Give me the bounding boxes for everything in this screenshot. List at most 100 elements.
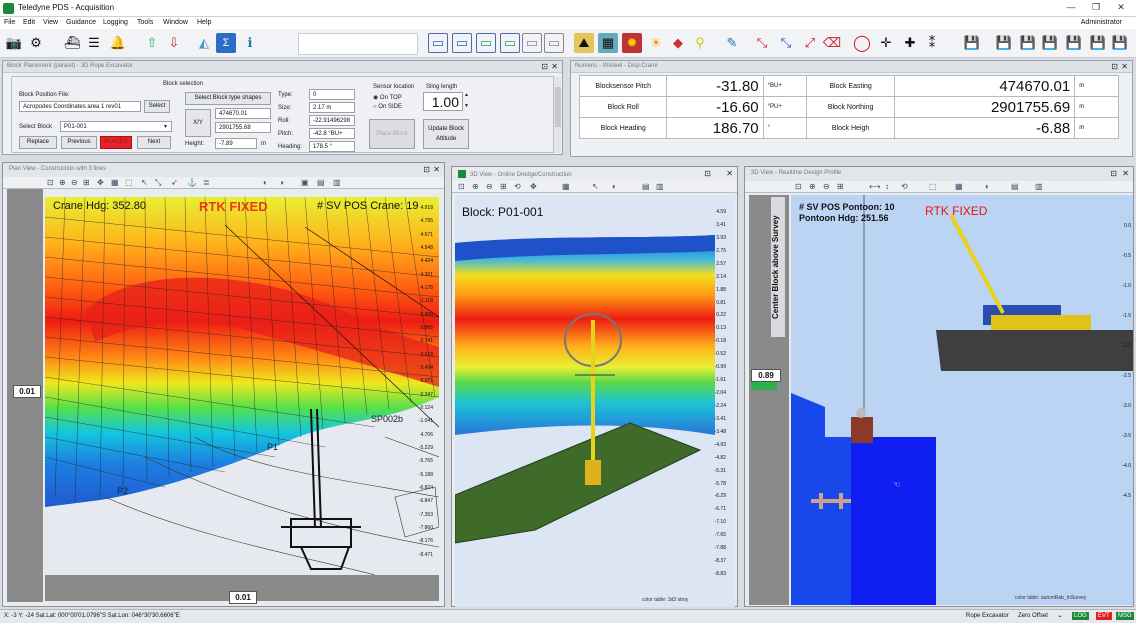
person-icon[interactable]: ⚲: [690, 33, 710, 53]
export-icon[interactable]: ▤: [317, 178, 325, 187]
pin-icon[interactable]: ⊡: [541, 62, 548, 71]
select-block-dropdown[interactable]: P01-001: [60, 121, 172, 132]
xy-button[interactable]: X/Y: [185, 109, 211, 137]
landscape-icon[interactable]: ⛰: [574, 33, 594, 53]
reset-icon[interactable]: ⟲: [901, 182, 908, 191]
heading-field[interactable]: 178.5 °: [309, 141, 355, 152]
rotate-icon[interactable]: ⟲: [514, 182, 521, 191]
type-field[interactable]: 0: [309, 89, 355, 100]
select-file-button[interactable]: Select: [144, 100, 170, 113]
pin-icon[interactable]: ⊡: [423, 165, 430, 174]
vessel-up-icon[interactable]: ⇧: [142, 33, 162, 53]
close-icon[interactable]: ✕: [726, 169, 733, 178]
color-icon[interactable]: ◑: [279, 178, 284, 187]
window-icon[interactable]: ▭: [428, 33, 448, 53]
line-red-icon[interactable]: ⤡: [752, 33, 772, 53]
menu-file[interactable]: File: [4, 19, 15, 26]
view-icon[interactable]: ▣: [301, 178, 309, 187]
sum-icon[interactable]: Σ: [216, 33, 236, 53]
pitch-field[interactable]: -42.8 °BU+: [309, 128, 355, 139]
vessel-down-icon[interactable]: ⇩: [164, 33, 184, 53]
scrollbar-thumb[interactable]: [555, 87, 561, 127]
radio-on-side[interactable]: ○ On SIDE: [373, 104, 402, 110]
save-disk-icon[interactable]: 💾: [1064, 33, 1084, 53]
chevron-down-icon[interactable]: ▾: [164, 123, 167, 130]
menu-tools[interactable]: Tools: [137, 19, 153, 26]
sliders-icon[interactable]: ☰: [84, 33, 104, 53]
anchor-icon[interactable]: ⚓: [187, 178, 197, 187]
pan-icon[interactable]: ✥: [530, 182, 537, 191]
close-icon[interactable]: ✕: [551, 62, 558, 71]
close-icon[interactable]: ✕: [1110, 2, 1132, 13]
pin-icon[interactable]: ⊡: [1110, 169, 1117, 178]
layers-icon[interactable]: ≣: [203, 178, 210, 187]
settings-reel-icon[interactable]: ⚙: [26, 33, 46, 53]
stretch-v-icon[interactable]: ↕: [885, 182, 889, 191]
update-attitude-button[interactable]: Update Block Attitude: [423, 119, 469, 149]
save-red-icon[interactable]: 💾: [1110, 33, 1130, 53]
menu-view[interactable]: View: [43, 19, 58, 26]
shapes-icon[interactable]: ◆: [668, 33, 688, 53]
size-field[interactable]: 2.17 m: [309, 102, 355, 113]
measure-icon[interactable]: ⤡: [155, 178, 161, 188]
line-blue-icon[interactable]: ⤡: [776, 33, 796, 53]
save-green-icon[interactable]: 💾: [994, 33, 1014, 53]
zoom-in-icon[interactable]: ⊕: [59, 178, 66, 187]
select-icon[interactable]: ⬚: [929, 182, 937, 191]
menu-help[interactable]: Help: [197, 19, 211, 26]
window-add-icon[interactable]: ▭: [452, 33, 472, 53]
grid-icon[interactable]: ▦: [111, 178, 119, 187]
line-red2-icon[interactable]: ⤢: [800, 33, 820, 53]
menu-window[interactable]: Window: [163, 19, 188, 26]
print-icon[interactable]: ▥: [333, 178, 341, 187]
window-gray2-icon[interactable]: ▭: [544, 33, 564, 53]
camera-icon[interactable]: 📷: [4, 33, 24, 53]
close-icon[interactable]: ✕: [1122, 169, 1129, 178]
zoom-out-icon[interactable]: ⊖: [71, 178, 78, 187]
pan-icon[interactable]: ✥: [97, 178, 104, 187]
ring-icon[interactable]: ◯: [852, 33, 872, 53]
y-field[interactable]: 2901755.68: [215, 122, 271, 133]
user-menu[interactable]: Administrator: [1081, 19, 1122, 26]
stretch-icon[interactable]: ⟷: [869, 182, 880, 191]
bell-icon[interactable]: 🔔: [108, 33, 128, 53]
pin-icon[interactable]: ⊡: [704, 169, 711, 178]
height-field[interactable]: -7.89: [215, 138, 257, 149]
print-icon[interactable]: ▥: [1035, 182, 1043, 191]
zoom-out-icon[interactable]: ⊖: [823, 182, 830, 191]
save-check-icon[interactable]: 💾: [1088, 33, 1108, 53]
map-icon[interactable]: ▦: [598, 33, 618, 53]
place-block-button[interactable]: Place Block: [369, 119, 415, 149]
crosshair-icon[interactable]: ✛: [876, 33, 896, 53]
color-icon[interactable]: ◐: [612, 182, 617, 191]
close-icon[interactable]: ✕: [433, 165, 440, 174]
select-icon[interactable]: ⬚: [125, 178, 133, 187]
track-icon[interactable]: ➶: [171, 178, 178, 187]
print-icon[interactable]: ▥: [656, 182, 664, 191]
radio-on-top[interactable]: ◉ On TOP: [373, 94, 402, 101]
select-icon[interactable]: ↖: [592, 182, 599, 191]
color-icon[interactable]: ◐: [985, 182, 990, 191]
zoom-window-icon[interactable]: ⊞: [837, 182, 844, 191]
scrollbar[interactable]: [553, 77, 561, 153]
grid-icon[interactable]: ▦: [562, 182, 570, 191]
save-icon[interactable]: 💾: [962, 33, 982, 53]
menu-logging[interactable]: Logging: [103, 19, 128, 26]
zoom-out-icon[interactable]: ⊖: [486, 182, 493, 191]
x-field[interactable]: 474670.01: [215, 108, 271, 119]
pointer-icon[interactable]: ↖: [141, 178, 148, 187]
restore-icon[interactable]: ❐: [1085, 2, 1107, 13]
pen-icon[interactable]: ✎: [722, 33, 742, 53]
zoom-in-icon[interactable]: ⊕: [472, 182, 479, 191]
ship-icon[interactable]: ⛴: [62, 33, 82, 53]
wing-icon[interactable]: ◭: [194, 33, 214, 53]
zoom-fit-icon[interactable]: ⊡: [795, 182, 802, 191]
erase-icon[interactable]: ⌫: [822, 33, 842, 53]
sling-length-field[interactable]: 1.00: [423, 92, 463, 111]
info-icon[interactable]: ℹ: [240, 33, 260, 53]
palette-icon[interactable]: ◐: [263, 178, 268, 187]
export-icon[interactable]: ▤: [642, 182, 650, 191]
zoom-fit-icon[interactable]: ⊡: [458, 182, 465, 191]
zoom-window-icon[interactable]: ⊞: [500, 182, 507, 191]
crosshair-add-icon[interactable]: ✚: [900, 33, 920, 53]
